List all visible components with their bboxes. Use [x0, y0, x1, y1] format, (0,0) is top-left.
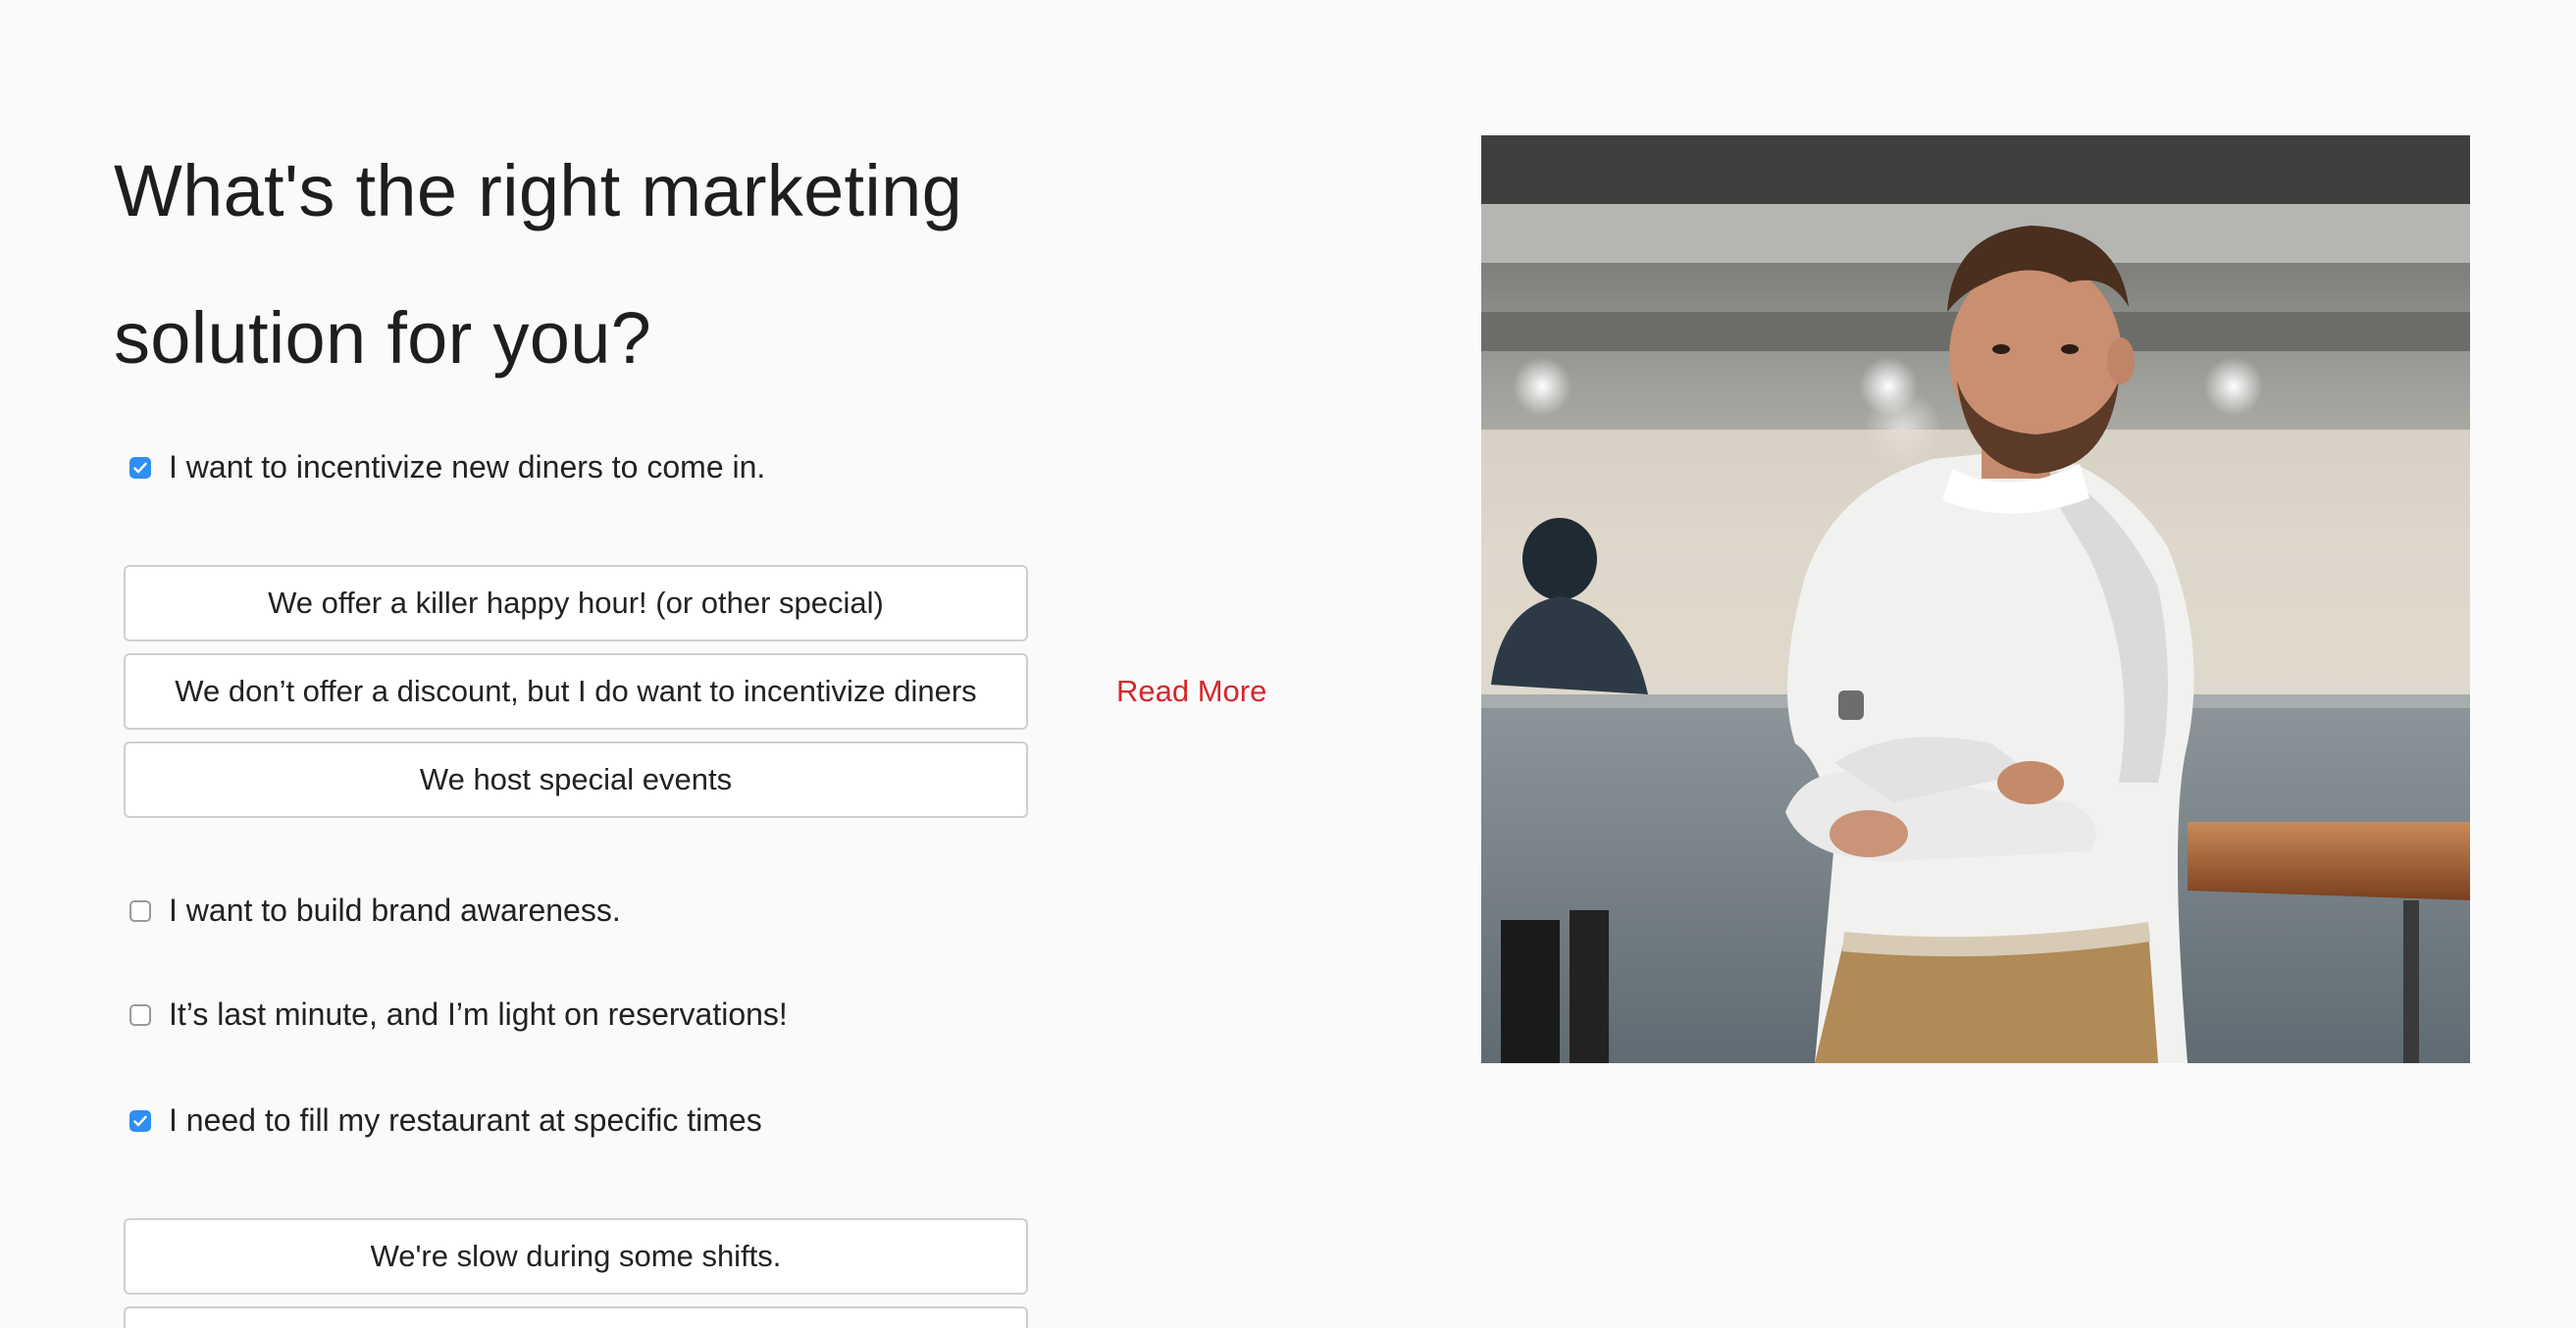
- page: What's the right marketing solution for …: [0, 0, 2576, 1328]
- read-more-link[interactable]: Read More: [1116, 671, 1266, 712]
- last-minute-checkbox[interactable]: [129, 1003, 151, 1026]
- last-minute-label: It’s last minute, and I’m light on reser…: [169, 996, 788, 1032]
- fill-times-label: I need to fill my restaurant at specific…: [169, 1102, 762, 1138]
- special-events-button[interactable]: We host special events: [124, 741, 1028, 818]
- option-last-minute[interactable]: It’s last minute, and I’m light on reser…: [129, 996, 788, 1033]
- page-title-line-1: What's the right marketing: [114, 150, 963, 231]
- brand-awareness-checkbox[interactable]: [129, 899, 151, 922]
- option-brand-awareness[interactable]: I want to build brand awareness.: [129, 893, 621, 929]
- checkmark-icon: [133, 1115, 147, 1126]
- option-fill-times[interactable]: I need to fill my restaurant at specific…: [129, 1102, 762, 1139]
- incentivize-label: I want to incentivize new diners to come…: [169, 449, 766, 485]
- next-option-button[interactable]: [124, 1306, 1028, 1328]
- slow-shifts-button[interactable]: We're slow during some shifts.: [124, 1218, 1028, 1295]
- option-incentivize[interactable]: I want to incentivize new diners to come…: [129, 449, 765, 485]
- chef-illustration: [1481, 135, 2470, 1063]
- page-title: What's the right marketing solution for …: [114, 118, 1193, 412]
- happy-hour-button[interactable]: We offer a killer happy hour! (or other …: [124, 565, 1028, 641]
- page-title-line-2: solution for you?: [114, 297, 652, 379]
- fill-times-checkbox[interactable]: [129, 1109, 151, 1132]
- brand-awareness-label: I want to build brand awareness.: [169, 893, 621, 928]
- no-discount-button[interactable]: We don’t offer a discount, but I do want…: [124, 653, 1028, 730]
- incentivize-checkbox[interactable]: [129, 456, 151, 479]
- checkmark-icon: [133, 462, 147, 473]
- chef-photo: [1481, 135, 2470, 1063]
